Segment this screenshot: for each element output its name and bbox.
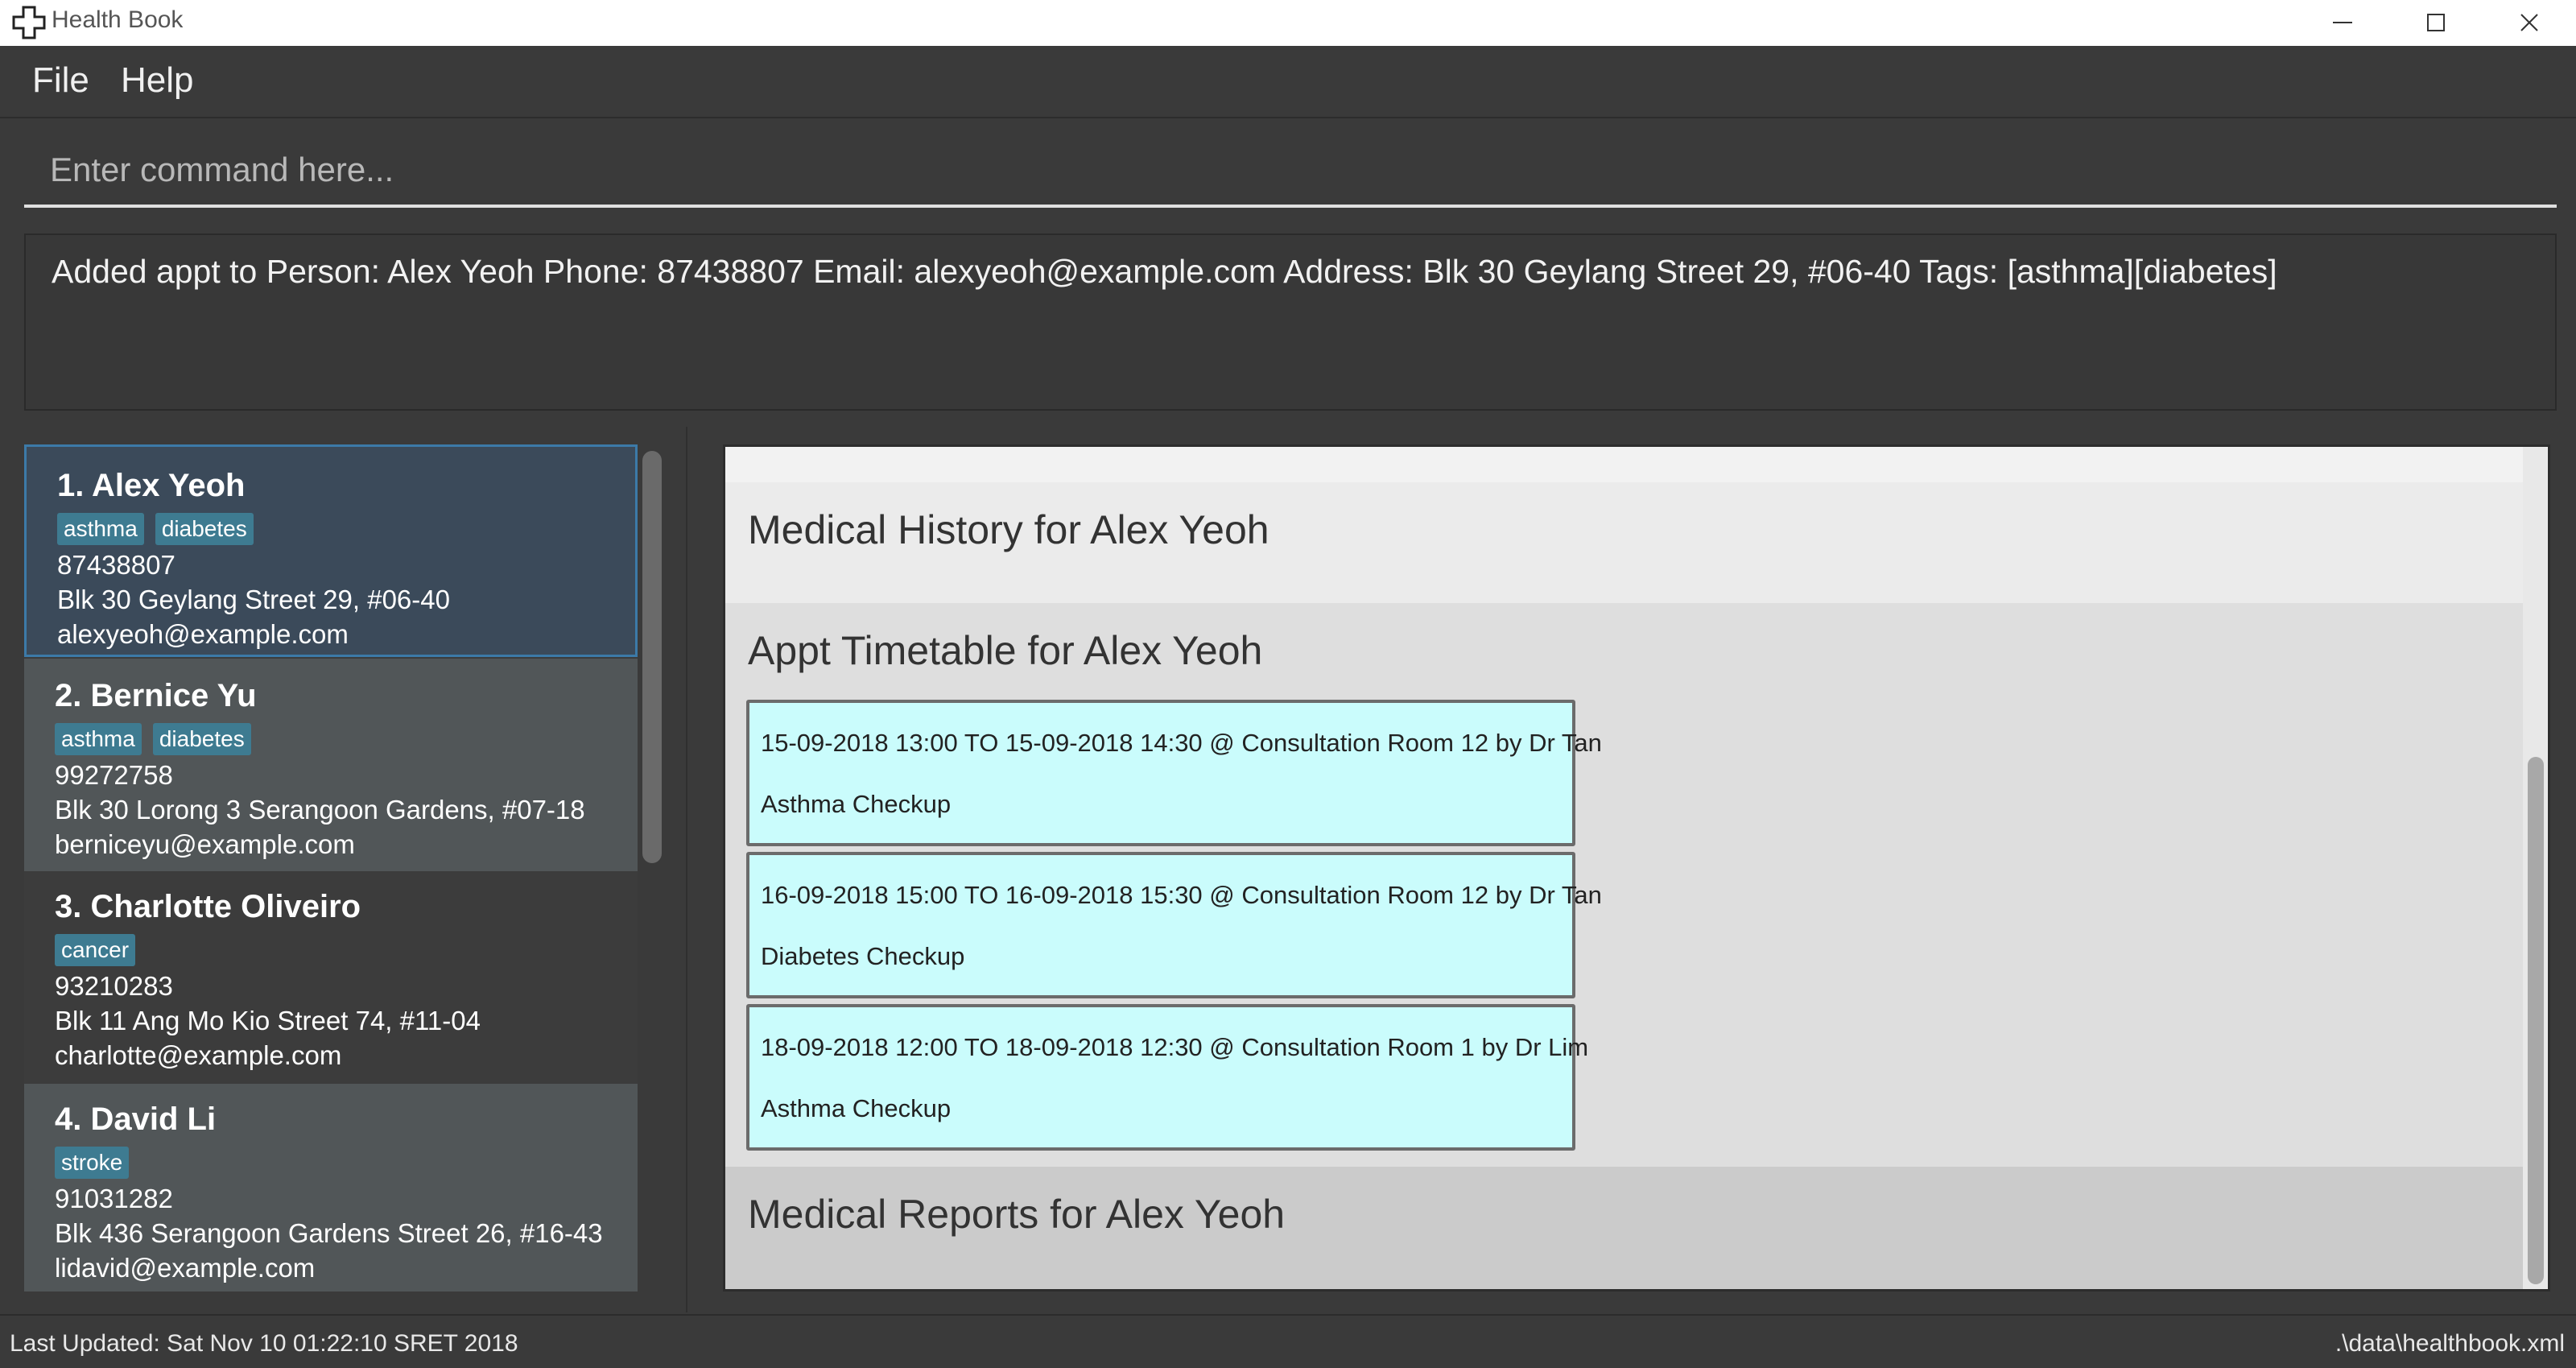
tag-badge: asthma bbox=[57, 513, 144, 545]
minimize-button[interactable] bbox=[2296, 0, 2389, 46]
appointment-time: 15-09-2018 13:00 TO 15-09-2018 14:30 @ C… bbox=[761, 729, 1602, 757]
tag-badge: asthma bbox=[55, 723, 142, 755]
person-card[interactable]: 4. David Li stroke 91031282 Blk 436 Sera… bbox=[24, 1084, 638, 1292]
person-card[interactable]: 3. Charlotte Oliveiro cancer 93210283 Bl… bbox=[24, 871, 638, 1084]
person-card[interactable]: 2. Bernice Yu asthma diabetes 99272758 Bl… bbox=[24, 659, 638, 871]
medical-history-title: Medical History for Alex Yeoh bbox=[748, 507, 1269, 552]
details-pane: Medical History for Alex Yeoh Appt Timet… bbox=[723, 444, 2550, 1292]
clipped-section bbox=[725, 447, 2525, 482]
last-updated-status: Last Updated: Sat Nov 10 01:22:10 SRET 2… bbox=[10, 1330, 518, 1357]
person-address: Blk 11 Ang Mo Kio Street 74, #11-04 bbox=[55, 1006, 481, 1035]
command-input[interactable] bbox=[24, 135, 2557, 205]
medical-history-section: Medical History for Alex Yeoh bbox=[725, 482, 2525, 603]
person-phone: 87438807 bbox=[57, 550, 175, 580]
person-tags: stroke bbox=[55, 1147, 140, 1182]
appointment-time: 16-09-2018 15:00 TO 16-09-2018 15:30 @ C… bbox=[761, 881, 1602, 909]
appt-timetable-section: Appt Timetable for Alex Yeoh 15-09-2018 … bbox=[725, 603, 2525, 1167]
person-email: charlotte@example.com bbox=[55, 1040, 342, 1070]
person-phone: 99272758 bbox=[55, 760, 173, 790]
person-tags: asthma diabetes bbox=[57, 513, 265, 548]
result-display: Added appt to Person: Alex Yeoh Phone: 8… bbox=[24, 234, 2557, 411]
result-message: Added appt to Person: Alex Yeoh Phone: 8… bbox=[52, 253, 2277, 290]
person-list-scrollbar[interactable] bbox=[642, 451, 662, 863]
tag-badge: diabetes bbox=[155, 513, 254, 545]
tag-badge: diabetes bbox=[152, 723, 251, 755]
medical-reports-title: Medical Reports for Alex Yeoh bbox=[748, 1192, 1286, 1237]
status-bar: Last Updated: Sat Nov 10 01:22:10 SRET 2… bbox=[0, 1314, 2576, 1368]
person-list: 1. Alex Yeoh asthma diabetes 87438807 Blk… bbox=[24, 444, 638, 1292]
menu-bar: File Help bbox=[0, 46, 2576, 118]
health-cross-icon bbox=[12, 6, 46, 39]
person-phone: 91031282 bbox=[55, 1184, 173, 1213]
appointment-card[interactable]: 16-09-2018 15:00 TO 16-09-2018 15:30 @ C… bbox=[746, 852, 1602, 998]
person-name: 3. Charlotte Oliveiro bbox=[55, 889, 361, 924]
details-scrollbar[interactable] bbox=[2528, 757, 2544, 1284]
pane-divider[interactable] bbox=[686, 427, 687, 1312]
appointment-description: Asthma Checkup bbox=[761, 1094, 952, 1122]
appt-timetable-title: Appt Timetable for Alex Yeoh bbox=[748, 628, 1263, 673]
tag-badge: cancer bbox=[55, 934, 136, 966]
menu-file[interactable]: File bbox=[32, 60, 89, 101]
appointment-card[interactable]: 15-09-2018 13:00 TO 15-09-2018 14:30 @ C… bbox=[746, 700, 1602, 846]
window-title: Health Book bbox=[52, 6, 184, 33]
person-address: Blk 30 Lorong 3 Serangoon Gardens, #07-1… bbox=[55, 795, 585, 825]
medical-reports-section: Medical Reports for Alex Yeoh bbox=[725, 1167, 2525, 1289]
appointment-description: Diabetes Checkup bbox=[761, 942, 965, 970]
person-name: 1. Alex Yeoh bbox=[57, 468, 246, 503]
appointment-description: Asthma Checkup bbox=[761, 790, 952, 818]
close-icon bbox=[2520, 14, 2538, 31]
maximize-icon bbox=[2427, 14, 2445, 31]
appointment-card[interactable]: 18-09-2018 12:00 TO 18-09-2018 12:30 @ C… bbox=[746, 1004, 1588, 1151]
appointment-time: 18-09-2018 12:00 TO 18-09-2018 12:30 @ C… bbox=[761, 1033, 1589, 1061]
person-email: alexyeoh@example.com bbox=[57, 619, 349, 649]
person-tags: asthma diabetes bbox=[55, 723, 262, 758]
title-bar: Health Book bbox=[0, 0, 2576, 46]
menu-help[interactable]: Help bbox=[121, 60, 194, 101]
person-name: 4. David Li bbox=[55, 1101, 217, 1137]
save-location-status: .\data\healthbook.xml bbox=[2334, 1330, 2565, 1357]
person-tags: cancer bbox=[55, 934, 147, 969]
person-name: 2. Bernice Yu bbox=[55, 678, 257, 713]
minimize-icon bbox=[2333, 22, 2352, 23]
person-address: Blk 30 Geylang Street 29, #06-40 bbox=[57, 585, 450, 614]
person-address: Blk 436 Serangoon Gardens Street 26, #16… bbox=[55, 1218, 603, 1248]
person-phone: 93210283 bbox=[55, 971, 173, 1001]
maximize-button[interactable] bbox=[2389, 0, 2483, 46]
person-email: berniceyu@example.com bbox=[55, 829, 355, 859]
tag-badge: stroke bbox=[55, 1147, 130, 1179]
person-email: lidavid@example.com bbox=[55, 1253, 316, 1283]
close-button[interactable] bbox=[2483, 0, 2576, 46]
person-card[interactable]: 1. Alex Yeoh asthma diabetes 87438807 Blk… bbox=[24, 444, 638, 657]
